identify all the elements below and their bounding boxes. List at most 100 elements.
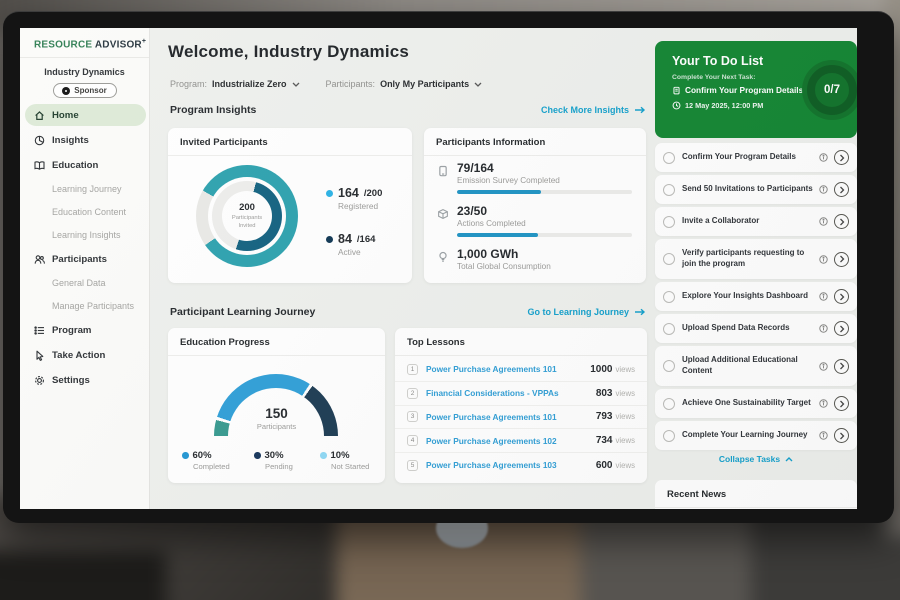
sidebar-item-home[interactable]: Home bbox=[25, 104, 146, 126]
registered-total: /200 bbox=[364, 188, 383, 199]
task-checkbox[interactable] bbox=[663, 323, 675, 335]
task-row[interactable]: Explore Your Insights Dashboard bbox=[655, 282, 857, 311]
task-row[interactable]: Achieve One Sustainability Target bbox=[655, 389, 857, 418]
sidebar-item-program[interactable]: Program bbox=[25, 319, 146, 341]
sidebar-item-education-content[interactable]: Education Content bbox=[25, 202, 146, 222]
sidebar-item-manage-participants[interactable]: Manage Participants bbox=[25, 296, 146, 316]
lesson-link[interactable]: Power Purchase Agreements 101 bbox=[426, 364, 590, 374]
sidebar-item-education[interactable]: Education bbox=[25, 154, 146, 176]
sidebar-item-general-data[interactable]: General Data bbox=[25, 273, 146, 293]
task-label: Achieve One Sustainability Target bbox=[682, 398, 819, 409]
progress-fill bbox=[457, 233, 538, 237]
lesson-link[interactable]: Power Purchase Agreements 102 bbox=[426, 436, 596, 446]
info-icon[interactable] bbox=[819, 324, 828, 333]
task-checkbox[interactable] bbox=[663, 291, 675, 303]
program-icon bbox=[34, 325, 45, 336]
actions-completed-row: 23/50 Actions Completed bbox=[437, 204, 632, 237]
bulb-icon bbox=[437, 250, 449, 268]
info-icon[interactable] bbox=[819, 362, 828, 371]
survey-value: 79/164 bbox=[457, 161, 632, 175]
lesson-row[interactable]: 2 Financial Considerations - VPPAs 803 v… bbox=[395, 382, 647, 406]
task-checkbox[interactable] bbox=[663, 184, 675, 196]
task-open-button[interactable] bbox=[834, 289, 849, 304]
info-icon[interactable] bbox=[819, 185, 828, 194]
task-row[interactable]: Complete Your Learning Journey bbox=[655, 421, 857, 450]
pending-pct: 30% bbox=[265, 450, 284, 461]
filters-row: Program: Industrialize Zero Participants… bbox=[170, 79, 482, 89]
gauge-center-label: Participants bbox=[168, 422, 385, 431]
todo-progress-ring: 0/7 bbox=[802, 60, 857, 120]
task-row[interactable]: Confirm Your Program Details bbox=[655, 143, 857, 172]
not-started-pct: 10% bbox=[331, 450, 350, 461]
task-checkbox[interactable] bbox=[663, 360, 675, 372]
lesson-link[interactable]: Power Purchase Agreements 103 bbox=[426, 460, 596, 470]
task-row[interactable]: Invite a Collaborator bbox=[655, 207, 857, 236]
go-to-learning-journey-link[interactable]: Go to Learning Journey bbox=[527, 307, 646, 317]
task-open-button[interactable] bbox=[834, 359, 849, 374]
sidebar-item-participants[interactable]: Participants bbox=[25, 248, 146, 270]
sidebar-item-label: General Data bbox=[52, 278, 106, 288]
sidebar-item-insights[interactable]: Insights bbox=[25, 129, 146, 151]
task-open-button[interactable] bbox=[834, 321, 849, 336]
education-legend: 60% Completed 30% Pending 10% Not Starte… bbox=[182, 450, 380, 471]
info-icon[interactable] bbox=[819, 431, 828, 440]
lesson-views-count: 734 bbox=[596, 435, 613, 446]
lesson-views-count: 1000 bbox=[590, 364, 612, 375]
top-lessons-card: Top Lessons 1 Power Purchase Agreements … bbox=[395, 328, 647, 483]
program-dropdown[interactable]: Program: Industrialize Zero bbox=[170, 79, 300, 89]
task-row[interactable]: Upload Additional Educational Content bbox=[655, 346, 857, 386]
lesson-row[interactable]: 5 Power Purchase Agreements 103 600 view… bbox=[395, 453, 647, 477]
sidebar-item-label: Settings bbox=[52, 375, 90, 386]
todo-next-task[interactable]: Confirm Your Program Details bbox=[672, 85, 803, 95]
sponsor-label: Sponsor bbox=[74, 86, 106, 95]
lesson-row[interactable]: 1 Power Purchase Agreements 101 1000 vie… bbox=[395, 358, 647, 382]
check-more-insights-link[interactable]: Check More Insights bbox=[541, 105, 646, 115]
collapse-tasks-link[interactable]: Collapse Tasks bbox=[655, 454, 857, 464]
participants-dropdown[interactable]: Participants: Only My Participants bbox=[326, 79, 483, 89]
app-logo: RESOURCE ADVISOR+ bbox=[20, 28, 149, 58]
lesson-link[interactable]: Financial Considerations - VPPAs bbox=[426, 388, 596, 398]
completed-pct: 60% bbox=[193, 450, 212, 461]
task-open-button[interactable] bbox=[834, 150, 849, 165]
info-icon[interactable] bbox=[819, 292, 828, 301]
task-label: Explore Your Insights Dashboard bbox=[682, 291, 819, 302]
sidebar-item-learning-insights[interactable]: Learning Insights bbox=[25, 225, 146, 245]
info-icon[interactable] bbox=[819, 217, 828, 226]
task-row[interactable]: Verify participants requesting to join t… bbox=[655, 239, 857, 279]
task-checkbox[interactable] bbox=[663, 253, 675, 265]
page-title: Welcome, Industry Dynamics bbox=[168, 42, 409, 62]
task-row[interactable]: Send 50 Invitations to Participants bbox=[655, 175, 857, 204]
lesson-row[interactable]: 3 Power Purchase Agreements 101 793 view… bbox=[395, 406, 647, 430]
todo-title: Your To Do List bbox=[672, 54, 763, 68]
task-open-button[interactable] bbox=[834, 182, 849, 197]
task-checkbox[interactable] bbox=[663, 216, 675, 228]
sidebar-item-label: Home bbox=[52, 110, 79, 121]
monitor-bezel: RESOURCE ADVISOR+ Industry Dynamics Spon… bbox=[3, 11, 894, 523]
task-checkbox[interactable] bbox=[663, 430, 675, 442]
pending-label: Pending bbox=[265, 462, 320, 471]
gauge-center-value: 150 bbox=[168, 406, 385, 421]
info-icon[interactable] bbox=[819, 255, 828, 264]
sidebar-item-take-action[interactable]: Take Action bbox=[25, 344, 146, 366]
survey-label: Emission Survey Completed bbox=[457, 176, 632, 185]
task-row[interactable]: Upload Spend Data Records bbox=[655, 314, 857, 343]
survey-progress-bar bbox=[457, 190, 632, 194]
task-label: Invite a Collaborator bbox=[682, 216, 819, 227]
sidebar-item-settings[interactable]: Settings bbox=[25, 369, 146, 391]
active-total: /164 bbox=[357, 234, 376, 245]
task-checkbox[interactable] bbox=[663, 398, 675, 410]
info-icon[interactable] bbox=[819, 153, 828, 162]
survey-icon bbox=[437, 164, 449, 182]
task-open-button[interactable] bbox=[834, 428, 849, 443]
task-open-button[interactable] bbox=[834, 252, 849, 267]
sidebar-item-learning-journey[interactable]: Learning Journey bbox=[25, 179, 146, 199]
consumption-value: 1,000 GWh bbox=[457, 247, 632, 261]
sidebar-item-label: Learning Journey bbox=[52, 184, 122, 194]
task-open-button[interactable] bbox=[834, 214, 849, 229]
sponsor-badge[interactable]: Sponsor bbox=[53, 83, 117, 98]
task-open-button[interactable] bbox=[834, 396, 849, 411]
info-icon[interactable] bbox=[819, 399, 828, 408]
task-checkbox[interactable] bbox=[663, 152, 675, 164]
lesson-row[interactable]: 4 Power Purchase Agreements 102 734 view… bbox=[395, 429, 647, 453]
lesson-link[interactable]: Power Purchase Agreements 101 bbox=[426, 412, 596, 422]
